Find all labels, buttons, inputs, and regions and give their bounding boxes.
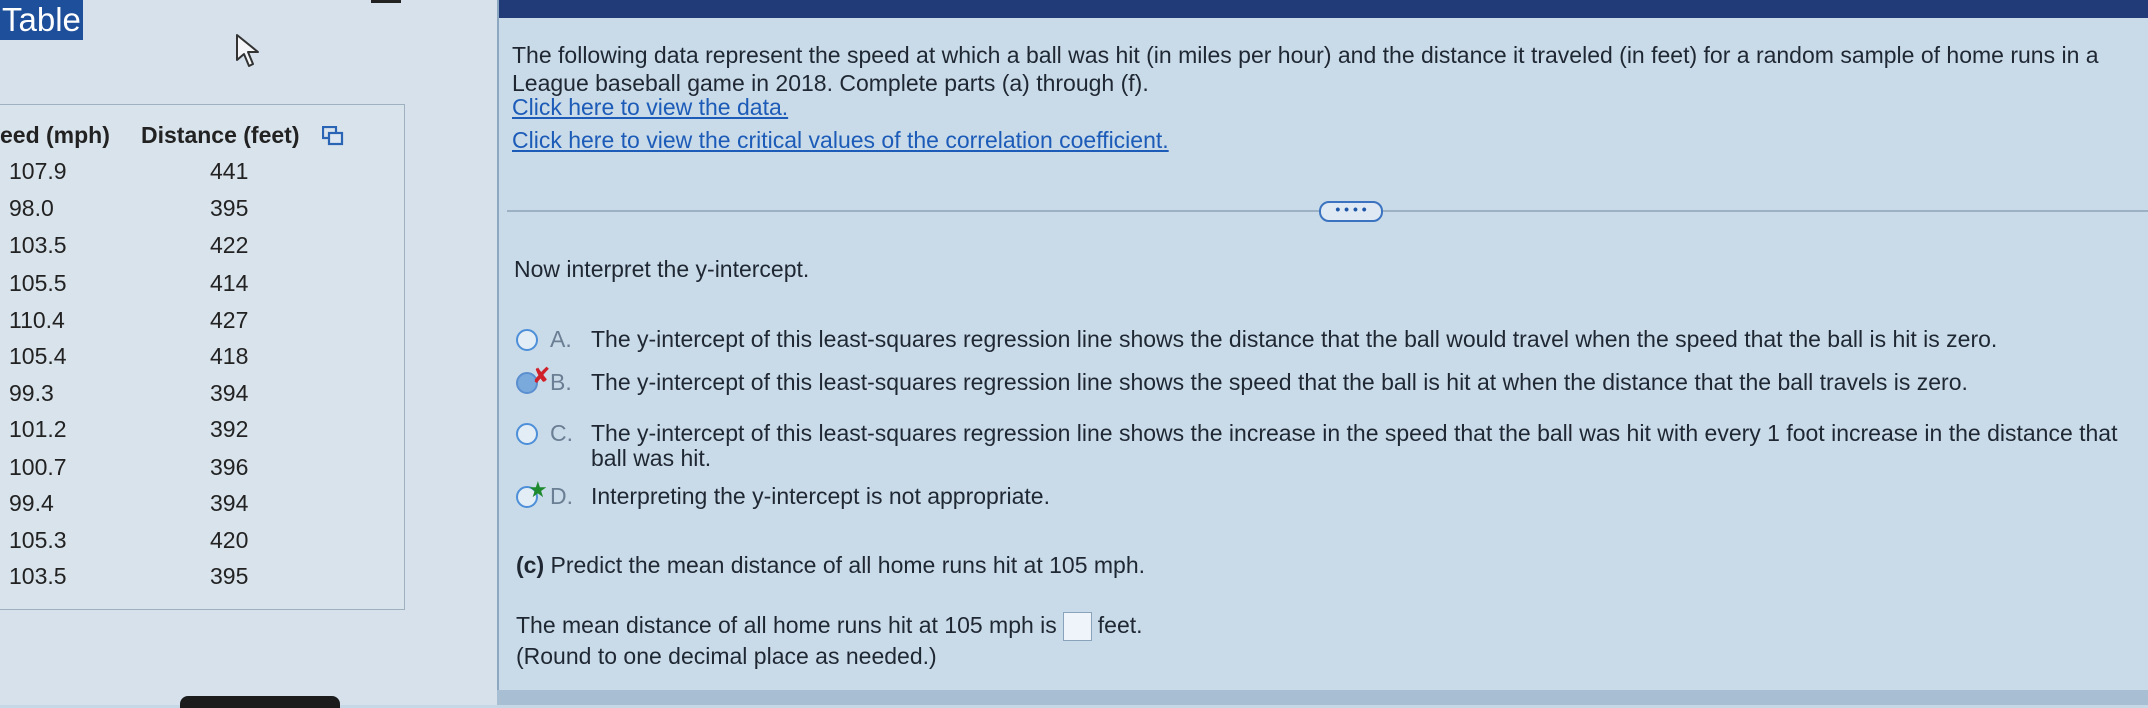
top-band: [497, 0, 2148, 18]
speed-cell: 99.4: [9, 490, 54, 516]
part-c-label: (c): [516, 552, 545, 578]
distance-cell: 394: [210, 380, 249, 406]
distance-cell: 392: [210, 416, 249, 442]
radio-button-a[interactable]: [516, 329, 538, 351]
table-row: 99.3 394: [0, 380, 400, 416]
option-c-text: The y-intercept of this least-squares re…: [591, 420, 2118, 446]
option-a-text: The y-intercept of this least-squares re…: [591, 326, 1998, 352]
option-d-letter: D.: [550, 483, 573, 509]
speed-cell: 103.5: [9, 563, 67, 589]
question-intro-line-2: League baseball game in 2018. Complete p…: [512, 70, 1149, 96]
option-d-text: Interpreting the y-intercept is not appr…: [591, 483, 1050, 509]
answer-prefix: The mean distance of all home runs hit a…: [516, 612, 1057, 638]
radio-button-c[interactable]: [516, 423, 538, 445]
table-row: 100.7 396: [0, 454, 400, 490]
window-edge-marker: [371, 0, 401, 3]
answer-line: The mean distance of all home runs hit a…: [516, 612, 1143, 642]
table-row: 103.5 395: [0, 563, 400, 599]
table-row: 103.5 422: [0, 232, 400, 268]
distance-cell: 414: [210, 270, 249, 296]
option-b-text: The y-intercept of this least-squares re…: [591, 369, 1968, 395]
column-header-speed: eed (mph): [0, 122, 110, 148]
speed-cell: 110.4: [9, 307, 65, 333]
speed-cell: 100.7: [9, 454, 67, 480]
column-header-distance: Distance (feet): [141, 122, 300, 148]
table-row: 107.9 441: [0, 158, 400, 194]
table-row: 110.4 427: [0, 307, 400, 343]
taskbar-element: [180, 696, 340, 708]
distance-cell: 441: [210, 158, 249, 184]
table-row: 99.4 394: [0, 490, 400, 526]
speed-cell: 98.0: [9, 195, 54, 221]
table-row: 101.2 392: [0, 416, 400, 452]
option-a-letter: A.: [550, 326, 572, 352]
question-intro-line-1: The following data represent the speed a…: [512, 42, 2099, 68]
incorrect-x-icon: ✘: [532, 363, 551, 388]
distance-cell: 422: [210, 232, 249, 258]
question-prompt: Now interpret the y-intercept.: [514, 256, 810, 282]
part-c-text: Predict the mean distance of all home ru…: [550, 552, 1146, 578]
option-b-letter: B.: [550, 369, 572, 395]
correct-star-icon: ★: [528, 477, 548, 502]
speed-cell: 105.4: [9, 343, 67, 369]
part-c-question: (c) Predict the mean distance of all hom…: [516, 552, 1145, 579]
question-panel: The following data represent the speed a…: [497, 0, 2148, 705]
rounding-note: (Round to one decimal place as needed.): [516, 643, 937, 669]
speed-cell: 103.5: [9, 232, 67, 258]
copy-icon[interactable]: [322, 126, 344, 146]
option-c-letter: C.: [550, 420, 573, 446]
distance-cell: 420: [210, 527, 249, 553]
pointer-cursor-icon: [236, 34, 259, 67]
table-window-title: Table: [0, 0, 83, 40]
distance-cell: 427: [210, 307, 249, 333]
table-row: 98.0 395: [0, 195, 400, 231]
option-c-text-line-2: ball was hit.: [591, 445, 712, 471]
expand-button[interactable]: • • • •: [1319, 201, 1383, 222]
speed-cell: 105.5: [9, 270, 67, 296]
answer-input[interactable]: [1062, 612, 1092, 642]
distance-cell: 396: [210, 454, 249, 480]
view-critical-values-link[interactable]: Click here to view the critical values o…: [512, 127, 1169, 154]
answer-suffix: feet.: [1097, 612, 1143, 638]
data-table-window: Table eed (mph) Distance (feet) 107.9 441…: [0, 0, 497, 708]
pane-divider: [497, 0, 499, 705]
speed-cell: 105.3: [9, 527, 67, 553]
speed-cell: 107.9: [9, 158, 67, 184]
distance-cell: 395: [210, 195, 249, 221]
table-row: 105.4 418: [0, 343, 400, 379]
table-row: 105.5 414: [0, 270, 400, 306]
view-data-link[interactable]: Click here to view the data.: [512, 94, 788, 121]
speed-cell: 101.2: [9, 416, 67, 442]
table-row: 105.3 420: [0, 527, 400, 563]
bottom-strip: [497, 690, 2148, 705]
speed-cell: 99.3: [9, 380, 54, 406]
distance-cell: 418: [210, 343, 249, 369]
distance-cell: 395: [210, 563, 249, 589]
distance-cell: 394: [210, 490, 249, 516]
